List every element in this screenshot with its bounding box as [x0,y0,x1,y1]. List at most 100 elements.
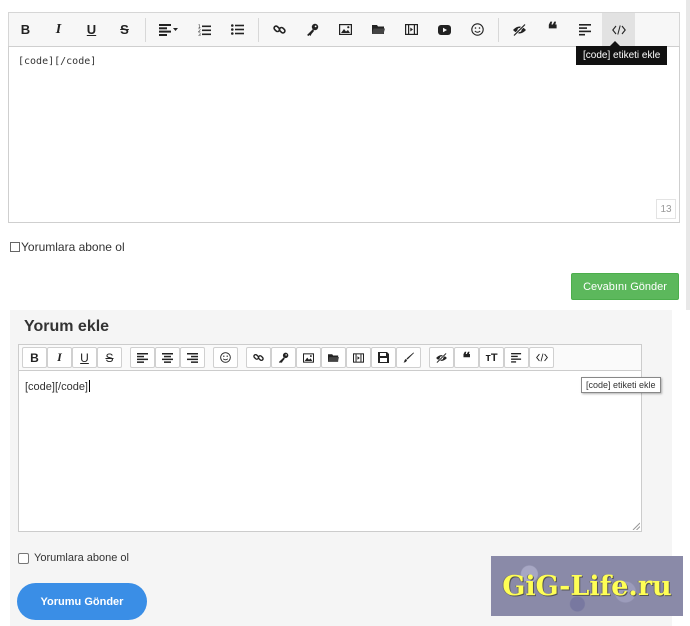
strikethrough-button[interactable]: S [108,13,141,46]
italic-glyph: I [55,21,62,37]
underline-glyph: U [80,350,89,365]
scrollbar-edge [686,0,690,310]
unordered-list-icon [231,24,244,35]
video-button[interactable] [346,347,371,368]
video-button[interactable] [395,13,428,46]
underline-button[interactable]: U [72,347,97,368]
spoiler-button[interactable] [504,347,529,368]
align-center-button[interactable] [155,347,180,368]
spoiler-button[interactable] [569,13,602,46]
hide-content-button[interactable] [503,13,536,46]
paragraph-lines-icon [511,352,522,363]
image-icon [339,24,352,35]
quote-icon: ❝ [547,19,558,40]
reply-editor-panel: B I U S 123 ❝ [code][/code] 13 [code] et… [0,0,690,310]
folder-button[interactable] [362,13,395,46]
toolbar-separator [498,17,499,42]
toolbar-separator [258,17,259,42]
youtube-icon [438,24,451,35]
bold-button[interactable]: B [22,347,47,368]
text-caret [89,380,90,392]
paragraph-lines-icon [579,23,591,35]
quote-button[interactable]: ❝ [454,347,479,368]
italic-glyph: I [57,350,62,364]
comment-subscribe-label: Yorumlara abone ol [34,552,129,564]
submit-reply-button[interactable]: Cevabını Gönder [571,273,679,300]
reply-subscribe-option[interactable]: Yorumlara abone ol [10,240,125,254]
smiley-icon [220,352,231,363]
key-icon [278,352,289,363]
comment-textarea-content: [code][/code] [25,380,90,393]
font-size-button[interactable]: ᴛT [479,347,504,368]
emoji-button[interactable] [461,13,494,46]
quote-icon: ❝ [462,348,471,367]
code-icon [535,353,548,362]
key-button[interactable] [271,347,296,368]
align-left-button[interactable] [130,347,155,368]
code-icon [611,24,626,35]
align-center-icon [162,352,173,363]
comment-textarea[interactable]: [code][/code] [18,371,642,532]
smiley-icon [471,23,484,36]
character-counter: 13 [656,199,676,219]
link-icon [253,353,264,362]
quote-button[interactable]: ❝ [536,13,569,46]
eye-slash-icon [513,23,526,36]
film-icon [353,352,364,363]
comment-subscribe-checkbox[interactable] [18,552,29,564]
reply-textarea[interactable]: [code][/code] 13 [8,46,680,223]
watermark-logo: GiG-Life.ru [491,556,683,616]
reply-subscribe-checkbox[interactable] [10,242,20,252]
key-button[interactable] [296,13,329,46]
image-button[interactable] [329,13,362,46]
folder-button[interactable] [321,347,346,368]
brush-icon [403,352,414,363]
brush-button[interactable] [396,347,421,368]
folder-icon [372,25,385,34]
toolbar-separator [145,17,146,42]
code-tooltip: [code] etiketi ekle [576,41,668,65]
reply-textarea-content: [code][/code] [18,56,97,67]
underline-glyph: U [86,22,97,37]
underline-button[interactable]: U [75,13,108,46]
folder-icon [328,353,339,362]
floppy-disk-icon [378,352,389,363]
align-left-icon [159,23,178,36]
submit-comment-button[interactable]: Yorumu Gönder [17,583,147,620]
hide-content-button[interactable] [429,347,454,368]
resize-handle-icon[interactable] [632,522,640,530]
youtube-button[interactable] [428,13,461,46]
strikethrough-button[interactable]: S [97,347,122,368]
link-button[interactable] [246,347,271,368]
italic-button[interactable]: I [47,347,72,368]
key-icon [307,23,319,36]
ordered-list-button[interactable]: 123 [188,13,221,46]
film-icon [405,24,418,35]
reply-subscribe-label: Yorumlara abone ol [21,240,125,254]
align-right-icon [187,352,198,363]
code-tooltip: [code] etiketi ekle [581,377,661,393]
align-dropdown-button[interactable] [150,13,188,46]
code-button[interactable] [529,347,554,368]
comment-editor-toolbar: B I U S ❝ ᴛT [18,344,642,371]
bold-button[interactable]: B [9,13,42,46]
align-left-icon [137,352,148,363]
save-button[interactable] [371,347,396,368]
emoji-button[interactable] [213,347,238,368]
image-button[interactable] [296,347,321,368]
watermark-text: GiG-Life.ru [502,570,672,602]
panel-title: Yorum ekle [24,318,110,335]
link-button[interactable] [263,13,296,46]
comment-subscribe-option[interactable]: Yorumlara abone ol [18,552,129,564]
italic-button[interactable]: I [42,13,75,46]
svg-text:3: 3 [198,32,201,36]
eye-slash-icon [436,352,447,363]
bold-glyph: B [20,22,31,37]
ordered-list-icon: 123 [198,24,211,36]
strike-glyph: S [105,350,114,365]
font-size-icon: ᴛT [485,351,498,364]
unordered-list-button[interactable] [221,13,254,46]
align-right-button[interactable] [180,347,205,368]
comment-text: [code][/code] [25,381,88,393]
reply-editor-toolbar: B I U S 123 ❝ [8,12,680,46]
